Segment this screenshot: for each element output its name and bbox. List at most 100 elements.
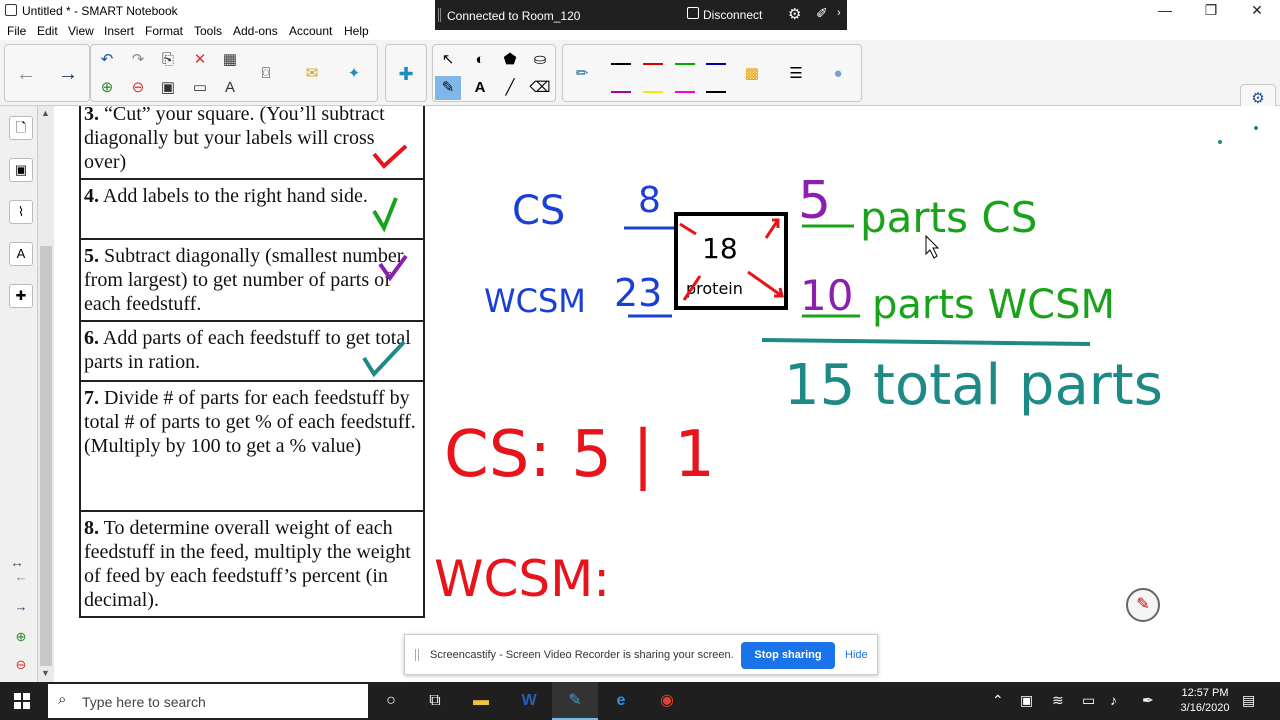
pen-tray-icon[interactable]: ✎ bbox=[1126, 588, 1160, 622]
attachments-icon[interactable]: ⌇ bbox=[9, 200, 33, 224]
clock-time: 12:57 PM bbox=[1181, 687, 1229, 699]
notebook-canvas[interactable]: 3. “Cut” your square. (You’ll subtract d… bbox=[54, 106, 1280, 682]
screen-shade-icon[interactable]: ▭ bbox=[187, 76, 213, 100]
volume-icon[interactable]: ♪ bbox=[1110, 692, 1117, 708]
line-icon[interactable]: ╱ bbox=[497, 76, 523, 100]
next-page-icon[interactable]: → bbox=[9, 596, 33, 620]
pen-workspace-icon[interactable]: ✒ bbox=[1142, 692, 1154, 709]
pen-yellow-swatch[interactable] bbox=[643, 91, 663, 93]
notifications-icon[interactable]: ▤ bbox=[1242, 692, 1255, 709]
eraser-icon[interactable]: ⌫ bbox=[527, 76, 553, 100]
delete-page-icon[interactable]: ⊖ bbox=[125, 76, 151, 100]
delete-icon[interactable]: ✕ bbox=[187, 48, 213, 72]
addons-tab-icon[interactable]: ✚ bbox=[9, 284, 33, 308]
stray-dot bbox=[1254, 126, 1258, 130]
menu-insert[interactable]: Insert bbox=[104, 24, 134, 38]
windows-start-icon[interactable] bbox=[14, 693, 30, 709]
page-sorter-icon[interactable]: 🗋 bbox=[9, 116, 33, 140]
drag-handle[interactable] bbox=[438, 8, 441, 22]
properties-icon[interactable]: A bbox=[9, 242, 33, 266]
wifi-icon[interactable]: ≋ bbox=[1052, 692, 1064, 709]
window-title: Untitled * - SMART Notebook bbox=[22, 4, 178, 18]
undo-icon[interactable]: ↶ bbox=[94, 48, 120, 72]
fill-icon[interactable]: ⬟ bbox=[497, 48, 523, 72]
app-icon bbox=[5, 4, 17, 16]
tray-app-icon[interactable]: ▣ bbox=[1020, 692, 1033, 709]
hide-link[interactable]: Hide bbox=[845, 649, 868, 661]
document-camera-icon[interactable]: ⌼ bbox=[253, 62, 279, 86]
taskbar-search[interactable]: ⌕ Type here to search bbox=[48, 684, 368, 718]
pin-icon[interactable]: ✐ bbox=[816, 5, 828, 22]
cortana-icon[interactable]: ○ bbox=[368, 682, 414, 720]
search-icon: ⌕ bbox=[58, 691, 67, 708]
menu-account[interactable]: Account bbox=[289, 24, 332, 38]
cs-value: 8 bbox=[638, 180, 661, 221]
chrome-icon[interactable]: ◉ bbox=[644, 682, 690, 720]
taskbar: ⌕ Type here to search ○ ⧉ ▬ W ✎ e ◉ ⌃ ▣ … bbox=[0, 682, 1280, 720]
task-view-icon[interactable]: ⧉ bbox=[412, 682, 458, 720]
paint-bucket-icon[interactable]: ⛀ bbox=[527, 48, 553, 72]
table-icon[interactable]: ▦ bbox=[217, 48, 243, 72]
restore-button[interactable]: ❐ bbox=[1188, 0, 1234, 22]
gallery-icon[interactable]: ▣ bbox=[9, 158, 33, 182]
search-placeholder: Type here to search bbox=[82, 694, 206, 710]
smart-notebook-icon[interactable]: ✎ bbox=[552, 682, 598, 720]
prev-page-icon[interactable]: ← bbox=[9, 566, 33, 590]
back-arrow-icon[interactable]: ← bbox=[13, 62, 39, 86]
pens-icon[interactable]: ✎ bbox=[435, 76, 461, 100]
puzzle-icon[interactable]: ✚ bbox=[393, 62, 419, 86]
file-explorer-icon[interactable]: ▬ bbox=[458, 682, 504, 720]
gear-icon[interactable]: ⚙ bbox=[788, 5, 801, 23]
pen-purple-swatch[interactable] bbox=[611, 91, 631, 93]
menu-file[interactable]: File bbox=[7, 24, 26, 38]
drag-handle[interactable] bbox=[415, 649, 419, 661]
chevron-right-icon[interactable]: › bbox=[837, 7, 841, 19]
pen-red-swatch[interactable] bbox=[643, 63, 663, 65]
addons-icon[interactable]: ✦ bbox=[341, 62, 367, 86]
redo-icon[interactable]: ↷ bbox=[125, 48, 151, 72]
scroll-thumb[interactable] bbox=[40, 246, 52, 666]
tray-chevron-icon[interactable]: ⌃ bbox=[992, 692, 1004, 709]
pen-green-swatch[interactable] bbox=[675, 63, 695, 65]
forward-arrow-icon[interactable]: → bbox=[55, 62, 81, 86]
menu-format[interactable]: Format bbox=[145, 24, 183, 38]
pen-blue-swatch[interactable] bbox=[706, 63, 726, 65]
edge-icon[interactable]: e bbox=[598, 682, 644, 720]
word-icon[interactable]: W bbox=[506, 682, 552, 720]
screencastify-banner: Screencastify - Screen Video Recorder is… bbox=[404, 634, 878, 675]
pen-magenta-swatch[interactable] bbox=[675, 91, 695, 93]
response-icon[interactable]: ✉ bbox=[299, 62, 325, 86]
wcsm-parts: 10 bbox=[800, 271, 853, 320]
menu-help[interactable]: Help bbox=[344, 24, 369, 38]
scroll-up-icon[interactable]: ▲ bbox=[41, 108, 50, 118]
battery-icon[interactable]: ▭ bbox=[1082, 692, 1095, 709]
select-icon[interactable]: ↖ bbox=[435, 48, 461, 72]
menu-addons[interactable]: Add-ons bbox=[233, 24, 278, 38]
stop-sharing-button[interactable]: Stop sharing bbox=[741, 642, 835, 669]
add-page-icon[interactable]: ⊕ bbox=[94, 76, 120, 100]
scroll-down-icon[interactable]: ▼ bbox=[41, 668, 50, 678]
minimize-button[interactable]: — bbox=[1142, 0, 1188, 22]
menu-edit[interactable]: Edit bbox=[37, 24, 58, 38]
text-size-icon[interactable]: A bbox=[217, 76, 243, 100]
pen-style-group: ✏ ▩ ☰ ● bbox=[562, 44, 862, 102]
menu-tools[interactable]: Tools bbox=[194, 24, 222, 38]
close-button[interactable]: ✕ bbox=[1234, 0, 1280, 22]
save-icon[interactable]: ▣ bbox=[155, 76, 181, 100]
add-page-side-icon[interactable]: ⊕ bbox=[9, 626, 33, 650]
text-icon[interactable]: A bbox=[467, 76, 493, 100]
disconnect-button[interactable]: Disconnect bbox=[703, 8, 762, 22]
fill-effects-icon[interactable]: ● bbox=[825, 62, 851, 86]
delete-page-side-icon[interactable]: ⊖ bbox=[9, 654, 33, 678]
vertical-scrollbar[interactable]: ▲ ▼ bbox=[38, 106, 54, 682]
menu-view[interactable]: View bbox=[68, 24, 94, 38]
pen-black-dash-swatch[interactable] bbox=[706, 91, 726, 93]
pen-type-icon[interactable]: ✏ bbox=[569, 62, 595, 86]
line-style-icon[interactable]: ☰ bbox=[783, 62, 809, 86]
clone-icon[interactable]: ⎘ bbox=[155, 48, 181, 72]
wcsm-value: 23 bbox=[614, 271, 662, 315]
pen-black-swatch[interactable] bbox=[611, 63, 631, 65]
system-clock[interactable]: 12:57 PM 3/16/2020 bbox=[1170, 686, 1240, 716]
color-palette-icon[interactable]: ▩ bbox=[739, 62, 765, 86]
shapes-icon[interactable]: ◐ bbox=[467, 48, 493, 72]
